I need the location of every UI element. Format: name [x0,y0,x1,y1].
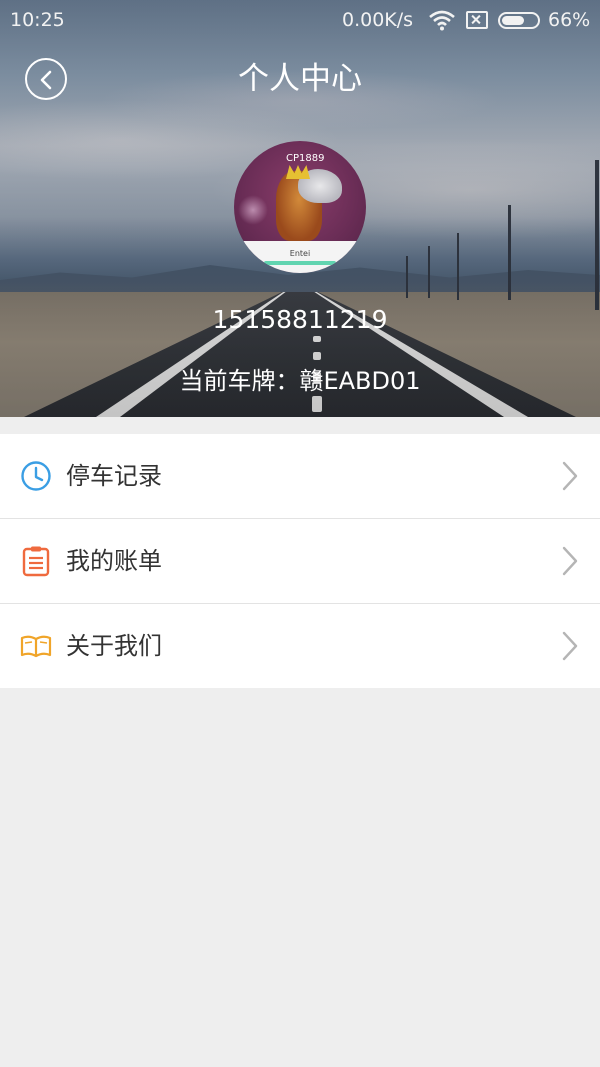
no-sim-icon [466,11,488,29]
chevron-right-icon [562,631,578,661]
network-speed: 0.00K/s [342,9,414,31]
avatar[interactable]: CP1889 Entei [234,141,366,273]
menu-list: 停车记录 我的账单 关于我们 [0,434,600,688]
avatar-name-text: Entei [289,249,311,258]
wifi-icon [429,10,455,31]
current-license-plate: 当前车牌：赣EABD01 [179,367,421,395]
chevron-right-icon [562,546,578,576]
battery-icon [498,12,540,29]
avatar-hp-bar [264,261,336,265]
clipboard-icon [22,546,50,577]
avatar-cp-text: CP1889 [286,153,325,164]
battery-percent: 66% [548,9,591,31]
avatar-decoration [238,195,268,225]
menu-item-about-us[interactable]: 关于我们 [0,604,600,688]
page-title: 个人中心 [238,61,362,97]
user-phone-number: 15158811219 [212,305,388,334]
menu-item-label: 停车记录 [66,462,162,490]
battery-level-fill [502,16,524,25]
menu-item-label: 关于我们 [66,632,162,660]
book-icon [20,635,52,658]
menu-item-label: 我的账单 [66,547,162,575]
avatar-creature-crown [286,165,310,179]
menu-item-parking-records[interactable]: 停车记录 [0,434,600,519]
status-bar: 10:25 0.00K/s 66% [0,0,600,42]
chevron-right-icon [562,461,578,491]
clock-icon [21,461,51,491]
status-time: 10:25 [10,9,65,31]
menu-item-my-bills[interactable]: 我的账单 [0,519,600,604]
